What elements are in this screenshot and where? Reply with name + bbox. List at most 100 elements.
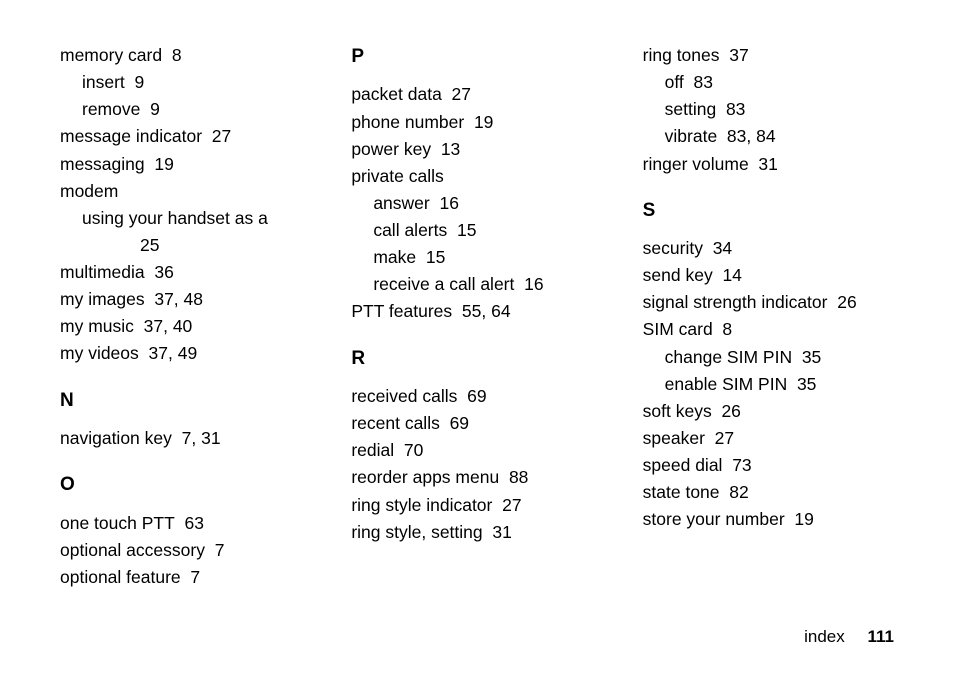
entry-term: signal strength indicator [643, 292, 828, 312]
section-heading-o: O [60, 470, 311, 499]
entry-pages: 73 [732, 455, 751, 475]
entry-pages: 16 [439, 193, 458, 213]
entry-term: memory card [60, 45, 162, 65]
entry-term: vibrate [665, 126, 718, 146]
entry-term: change SIM PIN [665, 347, 792, 367]
index-entry: redial 70 [351, 437, 602, 464]
index-subentry: using your handset as a [60, 205, 311, 232]
entry-pages: 35 [802, 347, 821, 367]
entry-term: my images [60, 289, 145, 309]
index-entry: reorder apps menu 88 [351, 464, 602, 491]
entry-pages: 26 [837, 292, 856, 312]
entry-term: off [665, 72, 684, 92]
entry-pages: 31 [492, 522, 511, 542]
entry-pages: 26 [721, 401, 740, 421]
index-subentry: make 15 [351, 244, 602, 271]
entry-term: messaging [60, 154, 145, 174]
entry-term: receive a call alert [373, 274, 514, 294]
index-subentry: remove 9 [60, 96, 311, 123]
entry-pages: 63 [185, 513, 204, 533]
index-entry: security 34 [643, 235, 894, 262]
index-entry: memory card 8 [60, 42, 311, 69]
entry-term: setting [665, 99, 717, 119]
entry-pages: 37 [729, 45, 748, 65]
entry-pages: 70 [404, 440, 423, 460]
entry-pages: 37, 40 [144, 316, 193, 336]
entry-term: soft keys [643, 401, 712, 421]
index-entry: my images 37, 48 [60, 286, 311, 313]
index-entry: one touch PTT 63 [60, 510, 311, 537]
entry-term: security [643, 238, 703, 258]
index-entry: received calls 69 [351, 383, 602, 410]
entry-pages: 83, 84 [727, 126, 776, 146]
index-entry: phone number 19 [351, 109, 602, 136]
index-entry: private calls [351, 163, 602, 190]
entry-pages: 34 [713, 238, 732, 258]
entry-pages: 8 [172, 45, 182, 65]
index-entry: modem [60, 178, 311, 205]
entry-pages: 27 [715, 428, 734, 448]
index-entry: my videos 37, 49 [60, 340, 311, 367]
index-entry: message indicator 27 [60, 123, 311, 150]
entry-pages: 9 [150, 99, 160, 119]
entry-term: modem [60, 181, 118, 201]
index-subentry: vibrate 83, 84 [643, 123, 894, 150]
index-subentry: enable SIM PIN 35 [643, 371, 894, 398]
index-entry: optional accessory 7 [60, 537, 311, 564]
entry-pages: 15 [457, 220, 476, 240]
entry-pages: 14 [722, 265, 741, 285]
entry-term: store your number [643, 509, 785, 529]
entry-term: navigation key [60, 428, 172, 448]
entry-term: SIM card [643, 319, 713, 339]
entry-pages: 16 [524, 274, 543, 294]
index-entry: SIM card 8 [643, 316, 894, 343]
entry-term: message indicator [60, 126, 202, 146]
index-entry: multimedia 36 [60, 259, 311, 286]
entry-pages: 83 [694, 72, 713, 92]
entry-term: answer [373, 193, 429, 213]
index-entry: speed dial 73 [643, 452, 894, 479]
entry-pages: 7 [215, 540, 225, 560]
index-entry: messaging 19 [60, 151, 311, 178]
entry-pages: 37, 49 [149, 343, 198, 363]
entry-pages: 25 [140, 235, 159, 255]
column-3: ring tones 37 off 83 setting 83 vibrate … [643, 42, 894, 591]
entry-pages: 27 [212, 126, 231, 146]
entry-pages: 7, 31 [182, 428, 221, 448]
entry-pages: 8 [722, 319, 732, 339]
entry-pages: 35 [797, 374, 816, 394]
entry-term: ring style, setting [351, 522, 482, 542]
entry-term: PTT features [351, 301, 452, 321]
index-subentry-continuation: 25 [60, 232, 311, 259]
index-entry: state tone 82 [643, 479, 894, 506]
entry-term: received calls [351, 386, 457, 406]
entry-pages: 13 [441, 139, 460, 159]
index-columns: memory card 8 insert 9 remove 9 message … [60, 42, 894, 591]
index-entry: store your number 19 [643, 506, 894, 533]
entry-pages: 82 [729, 482, 748, 502]
index-entry: ring tones 37 [643, 42, 894, 69]
index-subentry: insert 9 [60, 69, 311, 96]
index-entry: packet data 27 [351, 81, 602, 108]
entry-pages: 27 [502, 495, 521, 515]
entry-term: make [373, 247, 416, 267]
entry-term: enable SIM PIN [665, 374, 788, 394]
index-entry: ring style indicator 27 [351, 492, 602, 519]
entry-pages: 15 [426, 247, 445, 267]
entry-term: ring tones [643, 45, 720, 65]
entry-term: using your handset as a [82, 208, 268, 228]
index-entry: signal strength indicator 26 [643, 289, 894, 316]
entry-term: speed dial [643, 455, 723, 475]
entry-pages: 31 [758, 154, 777, 174]
entry-pages: 69 [467, 386, 486, 406]
index-subentry: change SIM PIN 35 [643, 344, 894, 371]
entry-term: insert [82, 72, 125, 92]
entry-pages: 37, 48 [154, 289, 203, 309]
entry-term: send key [643, 265, 713, 285]
entry-term: packet data [351, 84, 441, 104]
index-subentry: call alerts 15 [351, 217, 602, 244]
entry-pages: 36 [154, 262, 173, 282]
section-heading-s: S [643, 196, 894, 225]
index-subentry: receive a call alert 16 [351, 271, 602, 298]
entry-term: remove [82, 99, 140, 119]
